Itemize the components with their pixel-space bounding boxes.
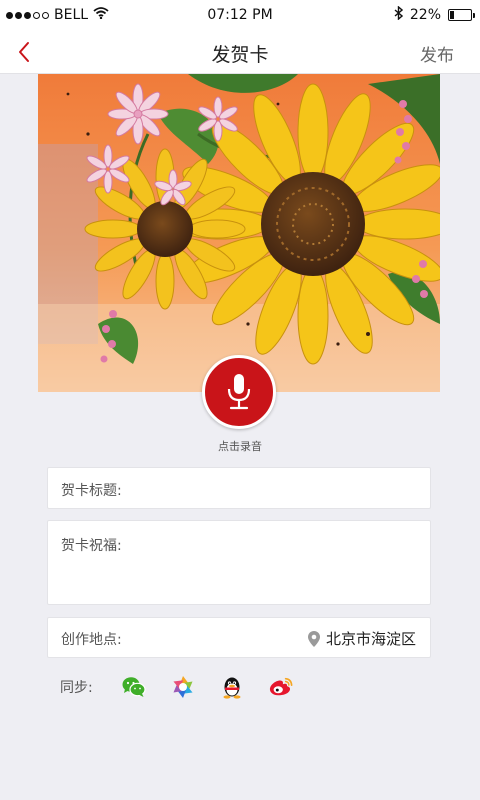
battery-icon bbox=[448, 9, 475, 21]
card-title-label: 贺卡标题: bbox=[61, 483, 122, 499]
location-value: 北京市海淀区 bbox=[325, 630, 416, 648]
status-bar: BELL 07:12 PM 22% bbox=[0, 0, 480, 30]
bluetooth-icon bbox=[394, 5, 403, 24]
card-blessing-field: 贺卡祝福: bbox=[47, 520, 431, 605]
navigation-bar: 发贺卡 发布 bbox=[0, 30, 480, 74]
battery-percent: 22% bbox=[409, 7, 441, 23]
location-field: 创作地点: 北京市海淀区 bbox=[47, 617, 431, 658]
publish-button[interactable]: 发布 bbox=[420, 41, 454, 66]
sync-row: 同步: bbox=[60, 674, 318, 700]
location-label: 创作地点: bbox=[61, 632, 122, 648]
page-title: 发贺卡 bbox=[211, 44, 269, 66]
location-pin-icon bbox=[307, 630, 320, 647]
location-selector[interactable]: 北京市海淀区 bbox=[307, 628, 416, 649]
card-title-field: 贺卡标题: bbox=[47, 467, 431, 509]
moments-icon[interactable] bbox=[171, 675, 195, 699]
card-title-input[interactable] bbox=[138, 479, 420, 499]
card-blessing-label: 贺卡祝福: bbox=[61, 538, 122, 554]
sunflower-painting bbox=[38, 74, 440, 392]
battery-level bbox=[450, 11, 454, 19]
status-right: 22% bbox=[394, 5, 475, 24]
weibo-icon[interactable] bbox=[269, 675, 293, 699]
wechat-icon[interactable] bbox=[122, 675, 146, 699]
record-button[interactable] bbox=[202, 355, 276, 429]
microphone-icon bbox=[227, 374, 251, 410]
sync-label: 同步: bbox=[60, 680, 93, 696]
card-blessing-input[interactable] bbox=[138, 534, 420, 596]
qq-icon[interactable] bbox=[220, 675, 244, 699]
record-label: 点击录音 bbox=[218, 440, 262, 453]
card-image bbox=[38, 74, 440, 392]
